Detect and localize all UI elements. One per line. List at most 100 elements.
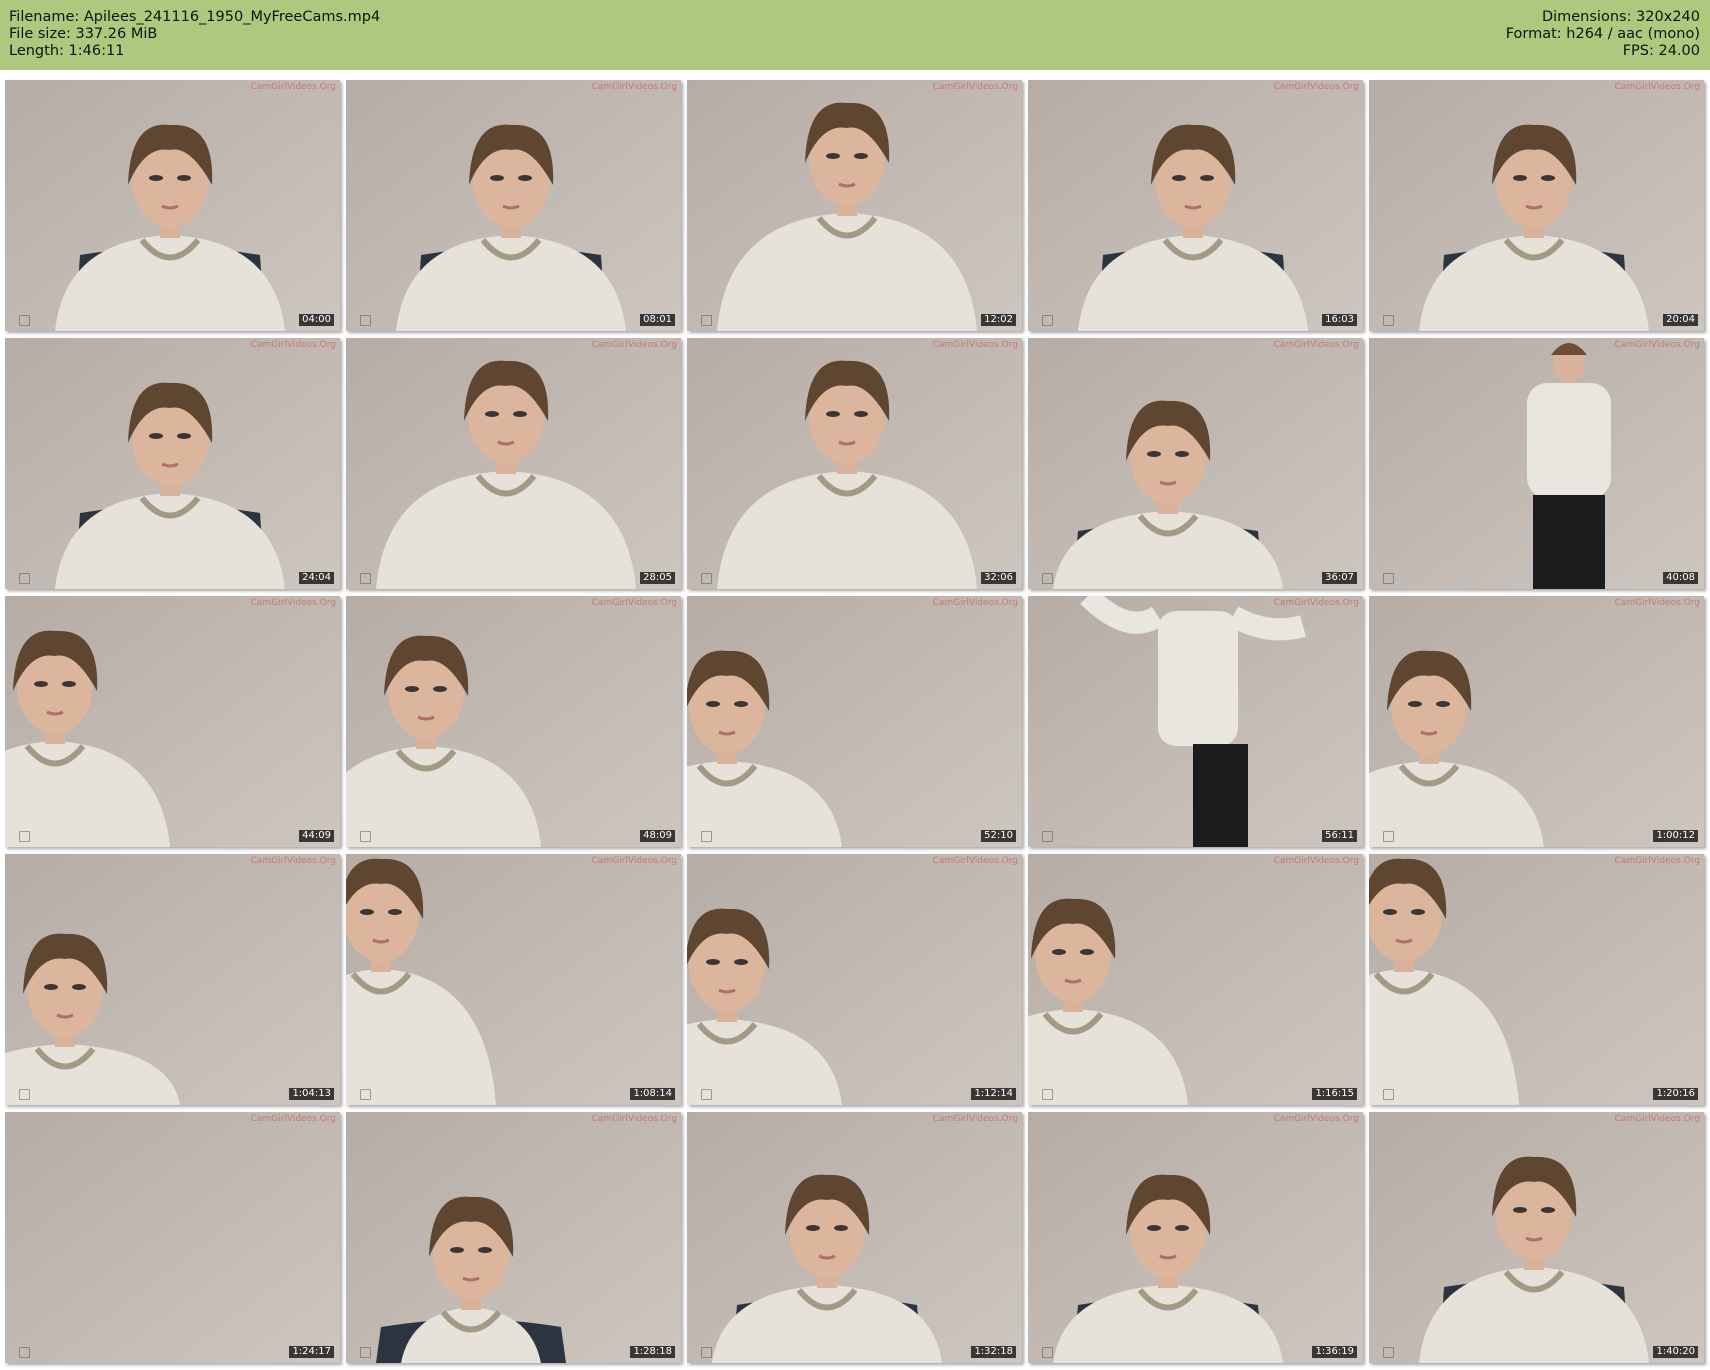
video-thumbnail: CamGirlVideos.Org 04:00 [5, 80, 340, 331]
thumbnail-frame [1028, 596, 1363, 847]
video-thumbnail: CamGirlVideos.Org 24:04 [5, 338, 340, 589]
watermark-text: CamGirlVideos.Org [1273, 82, 1359, 92]
thumbnail-frame [346, 80, 681, 331]
watermark-text: CamGirlVideos.Org [591, 856, 677, 866]
camera-icon [1042, 1089, 1053, 1100]
camera-icon [360, 831, 371, 842]
video-thumbnail: CamGirlVideos.Org 1:32:18 [687, 1112, 1022, 1363]
camera-icon [1383, 1089, 1394, 1100]
thumbnail-frame [1028, 1112, 1363, 1363]
file-info-header: Filename: Apilees_241116_1950_MyFreeCams… [0, 0, 1710, 70]
watermark-text: CamGirlVideos.Org [250, 82, 336, 92]
file-info-left: Filename: Apilees_241116_1950_MyFreeCams… [9, 9, 380, 60]
thumbnail-frame [346, 338, 681, 589]
watermark-text: CamGirlVideos.Org [932, 856, 1018, 866]
thumbnail-frame [687, 854, 1022, 1105]
thumbnail-frame [1028, 338, 1363, 589]
timestamp-label: 28:05 [640, 572, 675, 584]
timestamp-label: 24:04 [299, 572, 334, 584]
timestamp-label: 16:03 [1322, 314, 1357, 326]
timestamp-label: 1:04:13 [289, 1088, 334, 1100]
watermark-text: CamGirlVideos.Org [932, 1114, 1018, 1124]
thumbnail-frame [5, 338, 340, 589]
video-thumbnail: CamGirlVideos.Org 12:02 [687, 80, 1022, 331]
dimensions-text: Dimensions: 320x240 [1541, 9, 1700, 25]
watermark-text: CamGirlVideos.Org [250, 856, 336, 866]
video-thumbnail: CamGirlVideos.Org 1:40:20 [1369, 1112, 1704, 1363]
camera-icon [19, 573, 30, 584]
thumbnail-frame [5, 854, 340, 1105]
camera-icon [1383, 573, 1394, 584]
camera-icon [1042, 573, 1053, 584]
thumbnail-frame [1028, 80, 1363, 331]
watermark-text: CamGirlVideos.Org [932, 82, 1018, 92]
timestamp-label: 52:10 [981, 830, 1016, 842]
watermark-text: CamGirlVideos.Org [250, 340, 336, 350]
video-thumbnail: CamGirlVideos.Org 1:20:16 [1369, 854, 1704, 1105]
thumbnail-frame [346, 854, 681, 1105]
timestamp-label: 56:11 [1322, 830, 1357, 842]
watermark-text: CamGirlVideos.Org [932, 598, 1018, 608]
camera-icon [701, 1089, 712, 1100]
timestamp-label: 1:12:14 [971, 1088, 1016, 1100]
thumbnail-frame [1028, 854, 1363, 1105]
video-thumbnail: CamGirlVideos.Org 08:01 [346, 80, 681, 331]
watermark-text: CamGirlVideos.Org [591, 598, 677, 608]
video-thumbnail: CamGirlVideos.Org 20:04 [1369, 80, 1704, 331]
thumbnail-frame [5, 596, 340, 847]
watermark-text: CamGirlVideos.Org [1614, 856, 1700, 866]
watermark-text: CamGirlVideos.Org [250, 598, 336, 608]
thumbnail-frame [346, 596, 681, 847]
thumbnail-frame [687, 596, 1022, 847]
video-thumbnail: CamGirlVideos.Org 1:36:19 [1028, 1112, 1363, 1363]
timestamp-label: 08:01 [640, 314, 675, 326]
video-thumbnail: CamGirlVideos.Org 28:05 [346, 338, 681, 589]
thumbnail-frame [1369, 338, 1704, 589]
camera-icon [19, 1089, 30, 1100]
timestamp-label: 1:32:18 [971, 1346, 1016, 1358]
watermark-text: CamGirlVideos.Org [1614, 340, 1700, 350]
watermark-text: CamGirlVideos.Org [1614, 598, 1700, 608]
camera-icon [19, 1347, 30, 1358]
length-text: Length: 1:46:11 [9, 43, 125, 59]
thumbnail-grid: CamGirlVideos.Org 04:00 CamGirlVideos.Org 0… [0, 70, 1710, 1370]
filename-text: Filename: Apilees_241116_1950_MyFreeCams… [9, 9, 381, 25]
video-thumbnail: CamGirlVideos.Org 40:08 [1369, 338, 1704, 589]
timestamp-label: 12:02 [981, 314, 1016, 326]
watermark-text: CamGirlVideos.Org [1273, 340, 1359, 350]
video-thumbnail: CamGirlVideos.Org 32:06 [687, 338, 1022, 589]
timestamp-label: 1:36:19 [1312, 1346, 1357, 1358]
timestamp-label: 32:06 [981, 572, 1016, 584]
camera-icon [360, 315, 371, 326]
timestamp-label: 44:09 [299, 830, 334, 842]
watermark-text: CamGirlVideos.Org [932, 340, 1018, 350]
video-thumbnail: CamGirlVideos.Org 56:11 [1028, 596, 1363, 847]
watermark-text: CamGirlVideos.Org [591, 1114, 677, 1124]
timestamp-label: 1:00:12 [1653, 830, 1698, 842]
timestamp-label: 20:04 [1663, 314, 1698, 326]
camera-icon [360, 573, 371, 584]
camera-icon [360, 1089, 371, 1100]
camera-icon [701, 1347, 712, 1358]
video-thumbnail: CamGirlVideos.Org 16:03 [1028, 80, 1363, 331]
camera-icon [701, 831, 712, 842]
video-thumbnail: CamGirlVideos.Org 1:08:14 [346, 854, 681, 1105]
thumbnail-frame [1369, 854, 1704, 1105]
timestamp-label: 1:16:15 [1312, 1088, 1357, 1100]
thumbnail-frame [687, 338, 1022, 589]
timestamp-label: 1:20:16 [1653, 1088, 1698, 1100]
timestamp-label: 1:24:17 [289, 1346, 334, 1358]
file-info-right: Dimensions: 320x240 Format: h264 / aac (… [1506, 9, 1700, 60]
video-thumbnail: CamGirlVideos.Org 48:09 [346, 596, 681, 847]
watermark-text: CamGirlVideos.Org [250, 1114, 336, 1124]
thumbnail-frame [346, 1112, 681, 1363]
timestamp-label: 36:07 [1322, 572, 1357, 584]
watermark-text: CamGirlVideos.Org [591, 82, 677, 92]
watermark-text: CamGirlVideos.Org [1614, 1114, 1700, 1124]
timestamp-label: 40:08 [1663, 572, 1698, 584]
timestamp-label: 1:08:14 [630, 1088, 675, 1100]
camera-icon [1042, 1347, 1053, 1358]
video-thumbnail: CamGirlVideos.Org 52:10 [687, 596, 1022, 847]
watermark-text: CamGirlVideos.Org [591, 340, 677, 350]
watermark-text: CamGirlVideos.Org [1273, 1114, 1359, 1124]
